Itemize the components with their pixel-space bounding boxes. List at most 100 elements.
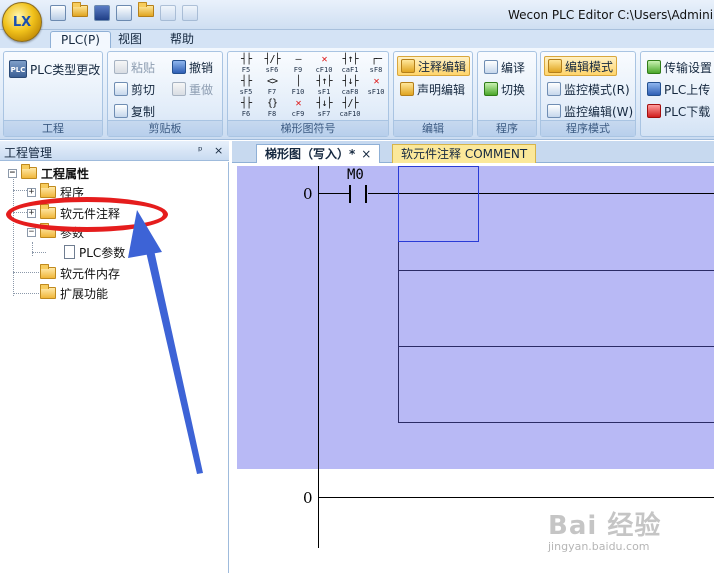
open-folder-icon[interactable] [72,2,88,17]
tree-item-label: 扩展功能 [60,286,109,301]
tab-view[interactable]: 视图 [108,31,152,49]
plc-upload-button[interactable]: PLC上传 [647,79,710,99]
collapse-icon[interactable]: − [8,168,17,178]
tab-help[interactable]: 帮助 [160,31,204,49]
edit-cursor[interactable] [398,166,479,242]
folder-icon [40,264,56,279]
ribbon-tabs: PLC(P) 视图 帮助 [0,30,714,49]
ladder-symbol-icon: ┤├ [240,54,252,65]
paste-label: 粘贴 [131,60,156,75]
comment-edit-icon [401,59,415,73]
branch-line [398,422,714,423]
collapse-icon[interactable]: − [27,227,36,237]
tree-item-project-properties[interactable]: − 工程属性 [8,164,89,181]
ladder-symbol-button[interactable]: ┤├ F5 [234,54,258,76]
ladder-symbol-button[interactable]: ✕ cF10 [312,54,336,76]
expand-icon[interactable]: + [27,187,36,197]
ladder-symbol-button[interactable] [364,98,388,120]
ladder-symbol-key: F10 [291,88,305,96]
group-program-label: 程序 [478,120,536,136]
tree-item-label: 软元件内存 [60,266,121,281]
tab-plc[interactable]: PLC(P) [50,31,111,49]
tree-item-plc-parameters[interactable]: PLC参数 [64,244,125,260]
tree-item-extended-functions[interactable]: 扩展功能 [40,284,109,301]
statement-edit-button[interactable]: 声明编辑 [400,79,465,99]
redo-arrow-icon [172,82,186,96]
transfer-settings-label: 传输设置 [664,60,713,75]
ladder-symbol-key: sF10 [367,88,385,96]
copy-button[interactable]: 复制 [114,101,155,121]
ladder-symbol-grid: ┤├ F5 ┤/├ sF6— F9 ✕ cF10 ┤↑├ caF1 ┌─ sF8 ┤├ sF5 <> F7 │… [234,54,386,120]
monitor-edit-button[interactable]: 监控编辑(W) [547,101,633,121]
ladder-symbol-button[interactable]: ┤↓├ caF8 [338,76,362,98]
switch-button[interactable]: 切换 [484,79,525,99]
ladder-symbol-button[interactable]: │ F10 [286,76,310,98]
tree-guide [13,176,14,296]
ladder-symbol-button[interactable]: ┤↑├ sF1 [312,76,336,98]
statement-edit-icon [400,82,414,96]
tree-item-label: PLC参数 [79,245,126,260]
cut-button[interactable]: 剪切 [114,79,155,99]
tab-comment-label: 软元件注释 COMMENT [401,147,528,161]
monitor-mode-button[interactable]: 监控模式(R) [547,79,630,99]
ladder-symbol-button[interactable]: ┤├ sF5 [234,76,258,98]
ladder-symbol-button[interactable]: ┤├ F6 [234,98,258,120]
paste-icon [114,60,128,74]
save-icon[interactable] [94,5,110,21]
redo-button[interactable]: 重做 [172,79,213,99]
paste-button[interactable]: 粘贴 [114,57,155,77]
edit-mode-label: 编辑模式 [565,59,614,74]
compile-button[interactable]: 编译 [484,57,525,77]
transfer-settings-button[interactable]: 传输设置 [647,57,712,77]
undo-button[interactable]: 撤销 [172,57,213,77]
compile-label: 编译 [501,60,526,75]
cut-label: 剪切 [131,82,156,97]
new-file-icon[interactable] [50,5,66,21]
ladder-symbol-key: F8 [267,110,277,118]
rung-line [318,193,350,194]
tab-ladder-diagram[interactable]: 梯形图（写入）* × [256,144,381,163]
plc-download-label: PLC下载 [664,104,711,119]
close-icon[interactable]: × [361,147,371,161]
print-icon[interactable] [116,5,132,21]
group-edit: 注释编辑 声明编辑 编辑 [393,51,473,137]
ladder-symbol-button[interactable]: ┤/├ caF10 [338,98,362,120]
ladder-symbol-icon [364,98,388,110]
normally-open-contact[interactable] [349,185,367,203]
redo-icon[interactable] [160,5,176,21]
ladder-symbol-button[interactable]: — F9 [286,54,310,76]
group-program: 编译 切换 程序 [477,51,537,137]
group-edit-label: 编辑 [394,120,472,136]
editor-tabs: 梯形图（写入）* × 软元件注释 COMMENT [232,141,714,163]
switch-label: 切换 [501,82,526,97]
group-transfer: 传输设置 PLC上传 PLC下载 [640,51,714,137]
ladder-symbol-button[interactable]: {} F8 [260,98,284,120]
comment-edit-label: 注释编辑 [418,59,467,74]
dropdown-icon[interactable] [182,5,198,21]
change-plc-type-button[interactable]: PLC PLC类型更改 [9,59,100,79]
comment-edit-button[interactable]: 注释编辑 [397,56,471,76]
pin-icon[interactable]: ᵖ [198,144,203,157]
project-panel-title: 工程管理 [4,146,53,160]
ladder-symbol-button[interactable]: <> F7 [260,76,284,98]
plc-download-button[interactable]: PLC下载 [647,101,710,121]
edit-mode-button[interactable]: 编辑模式 [544,56,618,76]
folder-icon[interactable] [138,2,154,17]
ladder-symbol-key: F6 [241,110,251,118]
document-icon [64,245,75,259]
close-panel-icon[interactable]: × [214,144,223,157]
ladder-symbol-button[interactable]: ┤↑├ caF1 [338,54,362,76]
folder-icon [40,183,56,198]
switch-icon [484,82,498,96]
ladder-symbol-button[interactable]: ✕ sF10 [364,76,388,98]
ladder-symbol-button[interactable]: ✕ cF9 [286,98,310,120]
ladder-symbol-button[interactable]: ┌─ sF8 [364,54,388,76]
ladder-symbol-button[interactable]: ┤↓├ sF7 [312,98,336,120]
ladder-symbol-icon: {} [266,98,278,109]
tab-device-comment[interactable]: 软元件注释 COMMENT [392,144,537,163]
ladder-symbol-key: caF1 [341,66,359,74]
group-project-label: 工程 [4,120,102,136]
app-menu-button[interactable]: LX [2,2,42,42]
ladder-symbol-button[interactable]: ┤/├ sF6 [260,54,284,76]
tree-item-device-memory[interactable]: 软元件内存 [40,264,121,281]
